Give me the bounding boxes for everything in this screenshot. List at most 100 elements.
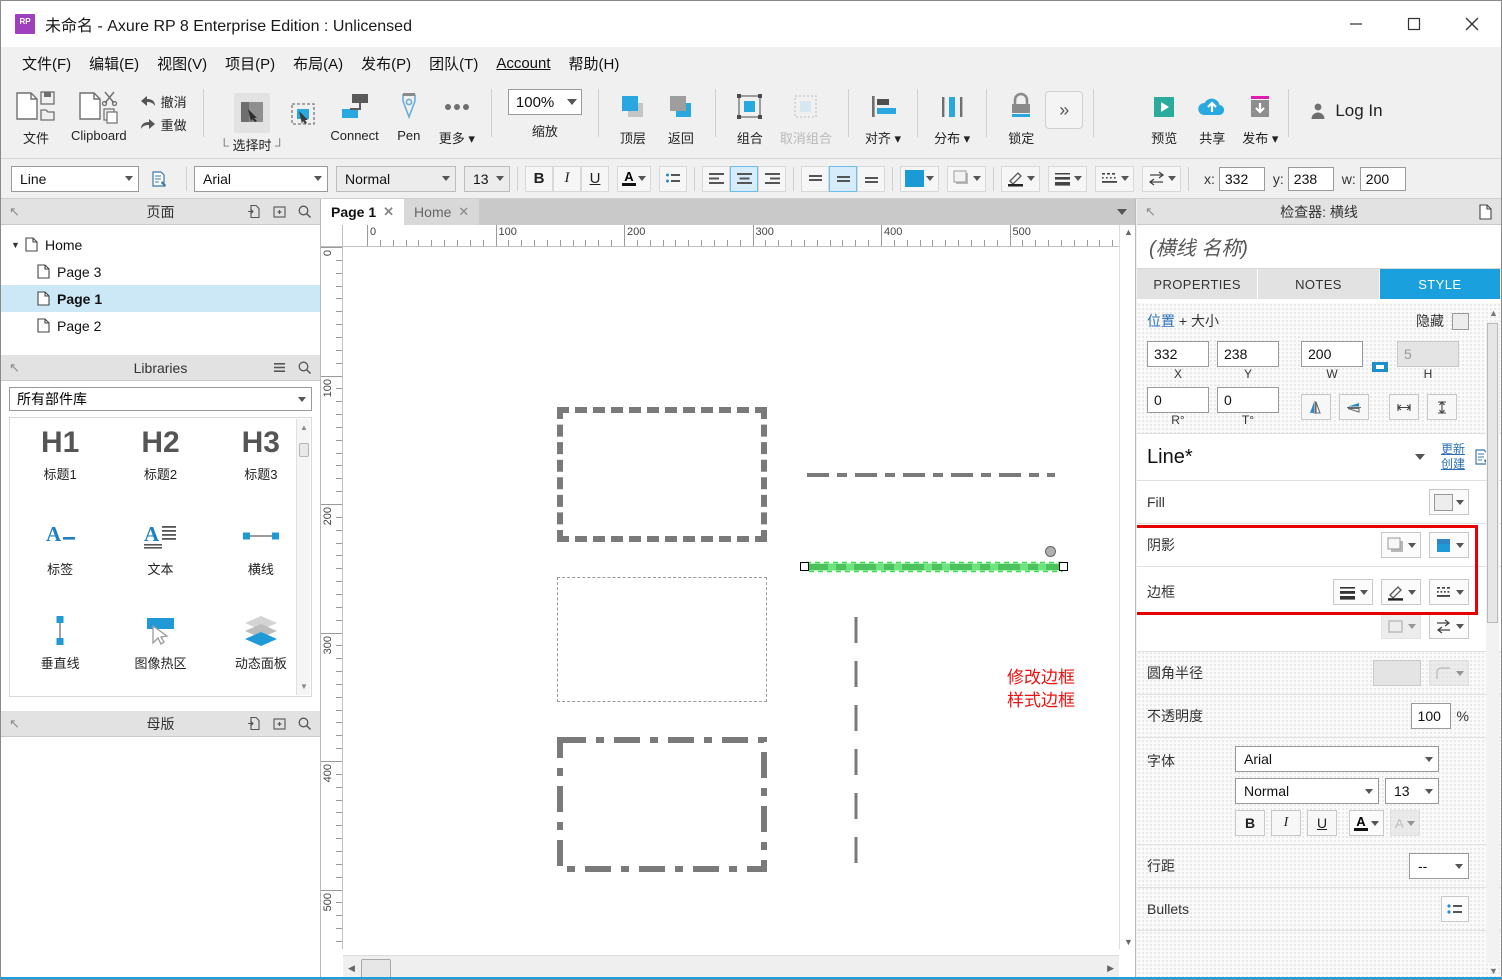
shape-dash-dot-horizontal-line[interactable] (807, 471, 1055, 479)
x-input[interactable]: 332 (1147, 341, 1209, 367)
library-widget-hotspot[interactable]: 图像热区 (110, 613, 210, 696)
search-icon[interactable] (297, 360, 312, 375)
page-tree-item-home[interactable]: ▼ Home (1, 231, 320, 258)
select-icon[interactable] (234, 93, 270, 133)
expand-arrow-icon[interactable]: ▼ (11, 240, 25, 250)
scroll-left-icon[interactable]: ◀ (348, 963, 355, 974)
scroll-up-icon[interactable]: ▲ (1489, 308, 1498, 318)
file-button[interactable]: 文件 (7, 79, 65, 147)
menu-file[interactable]: 文件(F) (13, 49, 80, 78)
position-link[interactable]: 位置 (1147, 313, 1175, 329)
selection-handle-right[interactable] (1059, 562, 1068, 571)
font-weight-select[interactable]: Normal (336, 165, 456, 192)
canvas-tab-page1[interactable]: Page 1 ✕ (321, 199, 405, 225)
border-style-button[interactable] (1429, 579, 1469, 605)
menu-view[interactable]: 视图(V) (148, 49, 216, 78)
scroll-down-icon[interactable]: ▼ (1124, 937, 1133, 947)
connect-button[interactable]: Connect (324, 79, 384, 143)
lock-button[interactable]: 锁定 (997, 79, 1045, 147)
underline-button[interactable]: U (581, 165, 609, 192)
chevron-down-icon[interactable] (1414, 454, 1425, 460)
font-size-select[interactable]: 13 (464, 165, 510, 192)
menu-edit[interactable]: 编辑(E) (80, 49, 148, 78)
shape-dashed-rect-long-dash[interactable] (557, 407, 767, 542)
selection-handle-left[interactable] (800, 562, 809, 571)
collapse-inspector-icon[interactable]: ↖ (1145, 204, 1156, 220)
redo-button[interactable]: 重做 (139, 114, 187, 134)
close-icon[interactable]: ✕ (383, 204, 394, 220)
flip-horizontal-button[interactable] (1301, 394, 1331, 420)
corner-shape-button[interactable] (1429, 660, 1469, 686)
collapse-masters-icon[interactable]: ↖ (9, 716, 20, 732)
inspector-scrollbar[interactable]: ▲ ▼ (1486, 307, 1499, 977)
scroll-down-icon[interactable]: ▼ (300, 682, 308, 691)
ungroup-button[interactable]: 取消组合 (774, 79, 838, 147)
menu-publish[interactable]: 发布(P) (352, 49, 420, 78)
more-tools-button[interactable]: 更多 ▾ (433, 79, 481, 147)
inspector-doc-icon[interactable] (1478, 203, 1493, 220)
scroll-thumb[interactable] (361, 958, 391, 979)
menu-team[interactable]: 团队(T) (420, 49, 487, 78)
canvas-page-surface[interactable]: 修改边框 样式边框 (367, 247, 1119, 947)
lock-aspect-ratio-icon[interactable] (1371, 359, 1389, 375)
italic-button[interactable]: I (1271, 810, 1301, 836)
align-left-button[interactable] (702, 165, 730, 192)
bold-button[interactable]: B (1235, 810, 1265, 836)
shape-dashed-vertical-line[interactable] (852, 617, 860, 879)
rotation-input[interactable]: 0 (1147, 387, 1209, 413)
bring-front-button[interactable]: 顶层 (609, 79, 657, 147)
corner-radius-input[interactable] (1373, 660, 1421, 686)
maximize-button[interactable] (1385, 1, 1443, 47)
canvas-drawing-area[interactable]: 修改边框 样式边框 (343, 247, 1119, 949)
rotation-handle[interactable] (1045, 546, 1056, 557)
distribute-button[interactable]: 分布 ▾ (928, 79, 976, 147)
fill-color-button[interactable] (1429, 489, 1469, 515)
border-width-button[interactable] (1333, 579, 1373, 605)
align-right-button[interactable] (758, 165, 786, 192)
send-back-button[interactable]: 返回 (657, 79, 705, 147)
menu-account[interactable]: Account (487, 51, 559, 76)
widget-style-select[interactable]: Line (11, 165, 139, 192)
inner-shadow-button[interactable] (1429, 532, 1469, 558)
border-visibility-button[interactable] (1381, 613, 1421, 639)
toolbar-overflow-button[interactable]: » (1045, 91, 1084, 129)
zoom-select[interactable]: 100% (507, 89, 582, 115)
menu-layout[interactable]: 布局(A) (284, 49, 352, 78)
scroll-thumb[interactable] (299, 443, 309, 457)
pen-button[interactable]: Pen (385, 79, 433, 143)
add-folder-icon[interactable] (272, 204, 287, 219)
scroll-up-icon[interactable]: ▲ (1124, 227, 1133, 237)
y-input[interactable]: 238 (1217, 341, 1279, 367)
text-case-button[interactable]: A (1390, 810, 1420, 836)
shape-dash-dot-rect[interactable] (557, 737, 767, 872)
font-family-select[interactable]: Arial (194, 165, 328, 192)
library-scrollbar[interactable]: ▲ ▼ (296, 419, 310, 695)
libraries-menu-icon[interactable] (272, 360, 287, 375)
masters-list[interactable] (1, 737, 320, 937)
close-button[interactable] (1443, 1, 1501, 47)
arrow-endings-button[interactable] (1429, 613, 1469, 639)
fit-width-button[interactable] (1389, 394, 1419, 420)
fit-height-button[interactable] (1427, 394, 1457, 420)
font-family-select[interactable]: Arial (1235, 746, 1439, 772)
text-rotation-input[interactable]: 0 (1217, 387, 1279, 413)
undo-button[interactable]: 撤消 (139, 91, 187, 111)
opacity-input[interactable]: 100 (1410, 703, 1451, 729)
group-button[interactable]: 组合 (726, 79, 774, 147)
library-widget-heading2[interactable]: H2 标题2 (110, 428, 210, 507)
collapse-libraries-icon[interactable]: ↖ (9, 360, 20, 376)
valign-top-button[interactable] (801, 165, 829, 192)
collapse-pages-icon[interactable]: ↖ (9, 204, 20, 220)
line-spacing-select[interactable]: -- (1409, 853, 1469, 879)
y-input[interactable]: 238 (1287, 166, 1334, 191)
line-color-button[interactable] (1001, 165, 1040, 192)
tab-notes[interactable]: NOTES (1258, 269, 1380, 299)
library-widget-label[interactable]: A 标签 (10, 519, 110, 602)
underline-button[interactable]: U (1307, 810, 1337, 836)
h-input[interactable]: 5 (1397, 341, 1459, 367)
add-master-folder-icon[interactable] (272, 716, 287, 731)
login-button[interactable]: Log In (1309, 101, 1383, 121)
hidden-checkbox[interactable] (1452, 312, 1469, 330)
library-widget-heading1[interactable]: H1 标题1 (10, 428, 110, 507)
tab-style[interactable]: STYLE (1379, 269, 1501, 299)
